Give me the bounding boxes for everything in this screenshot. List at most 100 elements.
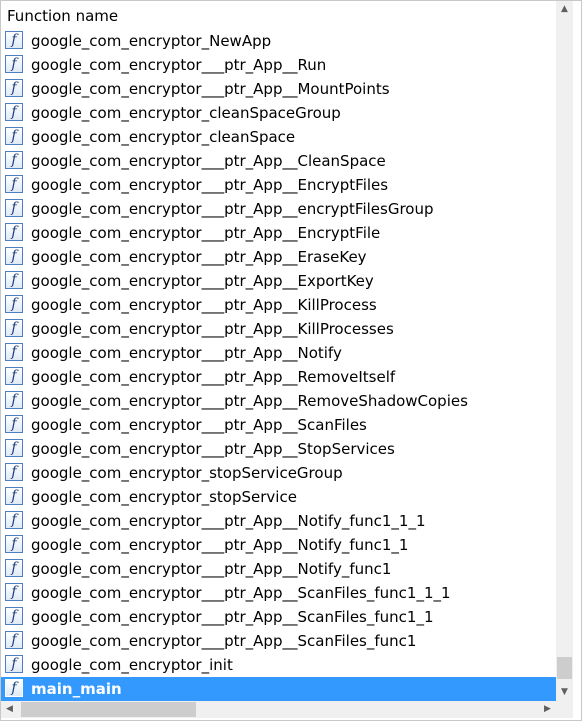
function-name: google_com_encryptor___ptr_App__ScanFile… — [31, 632, 417, 650]
function-row[interactable]: f google_com_encryptor___ptr_App__ScanFil… — [1, 629, 556, 653]
vertical-scroll-thumb[interactable] — [557, 657, 572, 679]
function-icon: f — [5, 271, 23, 289]
function-icon: f — [5, 175, 23, 193]
function-row[interactable]: f google_com_encryptor___ptr_App__KillPro… — [1, 317, 556, 341]
arrow-left-icon: ◀ — [6, 704, 13, 714]
function-icon: f — [5, 199, 23, 217]
function-icon: f — [5, 367, 23, 385]
function-name: google_com_encryptor___ptr_App__Notify_f… — [31, 560, 392, 578]
function-icon: f — [5, 295, 23, 313]
function-icon: f — [5, 559, 23, 577]
function-name: google_com_encryptor___ptr_App__EncryptF… — [31, 224, 381, 242]
function-row[interactable]: f google_com_encryptor_init — [1, 653, 556, 677]
function-row[interactable]: f google_com_encryptor_cleanSpace — [1, 125, 556, 149]
function-row[interactable]: f google_com_encryptor_stopService — [1, 485, 556, 509]
function-name: google_com_encryptor___ptr_App__Notify_f… — [31, 536, 409, 554]
function-name: google_com_encryptor___ptr_App__ScanFile… — [31, 608, 434, 626]
functions-window: Function name f google_com_encryptor_NewA… — [0, 0, 582, 721]
function-row[interactable]: f google_com_encryptor___ptr_App__KillPro… — [1, 293, 556, 317]
function-name: google_com_encryptor___ptr_App__KillProc… — [31, 296, 377, 314]
function-icon: f — [5, 343, 23, 361]
function-icon: f — [5, 127, 23, 145]
function-icon: f — [5, 511, 23, 529]
function-row[interactable]: f google_com_encryptor___ptr_App__encrypt… — [1, 197, 556, 221]
scroll-up-button[interactable]: ▲ — [556, 1, 573, 18]
function-row[interactable]: f google_com_encryptor___ptr_App__Notify_… — [1, 557, 556, 581]
function-icon: f — [5, 319, 23, 337]
column-header-label: Function name — [7, 7, 119, 25]
function-name: google_com_encryptor_NewApp — [31, 32, 272, 50]
function-name: google_com_encryptor___ptr_App__Run — [31, 56, 327, 74]
function-name: google_com_encryptor___ptr_App__EncryptF… — [31, 176, 389, 194]
function-icon: f — [5, 631, 23, 649]
function-row[interactable]: f google_com_encryptor___ptr_App__CleanSp… — [1, 149, 556, 173]
arrow-right-icon: ▶ — [544, 704, 551, 714]
function-name: google_com_encryptor___ptr_App__Notify_f… — [31, 512, 426, 530]
function-name: google_com_encryptor___ptr_App__CleanSpa… — [31, 152, 386, 170]
function-row[interactable]: f google_com_encryptor_NewApp — [1, 29, 556, 53]
scrollbar-corner — [556, 701, 573, 718]
function-name: google_com_encryptor_init — [31, 656, 233, 674]
function-icon: f — [5, 439, 23, 457]
function-name: google_com_encryptor___ptr_App__EraseKey — [31, 248, 367, 266]
function-row[interactable]: f google_com_encryptor___ptr_App__Notify_… — [1, 533, 556, 557]
function-row[interactable]: f google_com_encryptor___ptr_App__ScanFil… — [1, 413, 556, 437]
function-name: google_com_encryptor___ptr_App__RemoveSh… — [31, 392, 468, 410]
function-icon: f — [5, 31, 23, 49]
function-name: google_com_encryptor___ptr_App__ScanFile… — [31, 416, 367, 434]
function-name: google_com_encryptor___ptr_App__KillProc… — [31, 320, 394, 338]
column-header-function-name[interactable]: Function name — [1, 1, 556, 29]
function-name: google_com_encryptor_stopServiceGroup — [31, 464, 343, 482]
function-row[interactable]: f google_com_encryptor___ptr_App__StopSer… — [1, 437, 556, 461]
function-row[interactable]: f google_com_encryptor_stopServiceGroup — [1, 461, 556, 485]
horizontal-scroll-thumb[interactable] — [21, 702, 196, 717]
arrow-down-icon: ▼ — [561, 687, 568, 697]
function-icon: f — [5, 103, 23, 121]
function-name: main_main — [31, 680, 122, 698]
function-name: google_com_encryptor___ptr_App__RemoveIt… — [31, 368, 396, 386]
scroll-left-button[interactable]: ◀ — [1, 701, 18, 718]
function-row[interactable]: f google_com_encryptor___ptr_App__ScanFil… — [1, 581, 556, 605]
function-row[interactable]: f google_com_encryptor___ptr_App__ExportK… — [1, 269, 556, 293]
function-name: google_com_encryptor___ptr_App__ExportKe… — [31, 272, 374, 290]
function-row[interactable]: f google_com_encryptor___ptr_App__Encrypt… — [1, 221, 556, 245]
function-row[interactable]: f google_com_encryptor___ptr_App__Run — [1, 53, 556, 77]
function-row[interactable]: f google_com_encryptor___ptr_App__Notify_… — [1, 509, 556, 533]
vertical-scrollbar[interactable]: ▲ ▼ — [556, 1, 573, 701]
function-row[interactable]: f main_main — [1, 677, 556, 701]
function-name: google_com_encryptor___ptr_App__encryptF… — [31, 200, 434, 218]
function-icon: f — [5, 487, 23, 505]
function-row[interactable]: f google_com_encryptor___ptr_App__MountPo… — [1, 77, 556, 101]
function-icon: f — [5, 535, 23, 553]
function-icon: f — [5, 55, 23, 73]
function-row[interactable]: f google_com_encryptor___ptr_App__ScanFil… — [1, 605, 556, 629]
function-icon: f — [5, 247, 23, 265]
function-name: google_com_encryptor_stopService — [31, 488, 297, 506]
function-icon: f — [5, 223, 23, 241]
function-name: google_com_encryptor___ptr_App__Notify — [31, 344, 342, 362]
function-row[interactable]: f google_com_encryptor___ptr_App__EraseKe… — [1, 245, 556, 269]
function-name: google_com_encryptor___ptr_App__MountPoi… — [31, 80, 390, 98]
function-row[interactable]: f google_com_encryptor_cleanSpaceGroup — [1, 101, 556, 125]
function-row[interactable]: f google_com_encryptor___ptr_App__Encrypt… — [1, 173, 556, 197]
function-row[interactable]: f google_com_encryptor___ptr_App__RemoveS… — [1, 389, 556, 413]
function-icon: f — [5, 79, 23, 97]
function-list: f google_com_encryptor_NewApp f google_com_… — [1, 29, 556, 701]
function-row[interactable]: f google_com_encryptor___ptr_App__RemoveI… — [1, 365, 556, 389]
function-name: google_com_encryptor_cleanSpace — [31, 128, 296, 146]
function-icon: f — [5, 679, 23, 697]
horizontal-scrollbar[interactable]: ◀ ▶ — [1, 701, 556, 718]
function-row[interactable]: f google_com_encryptor___ptr_App__Notify — [1, 341, 556, 365]
function-icon: f — [5, 391, 23, 409]
function-icon: f — [5, 583, 23, 601]
function-icon: f — [5, 463, 23, 481]
function-name: google_com_encryptor_cleanSpaceGroup — [31, 104, 341, 122]
function-name: google_com_encryptor___ptr_App__StopServ… — [31, 440, 395, 458]
scroll-down-button[interactable]: ▼ — [556, 684, 573, 701]
function-icon: f — [5, 415, 23, 433]
function-name: google_com_encryptor___ptr_App__ScanFile… — [31, 584, 451, 602]
function-icon: f — [5, 607, 23, 625]
function-icon: f — [5, 151, 23, 169]
arrow-up-icon: ▲ — [561, 4, 568, 14]
scroll-right-button[interactable]: ▶ — [539, 701, 556, 718]
